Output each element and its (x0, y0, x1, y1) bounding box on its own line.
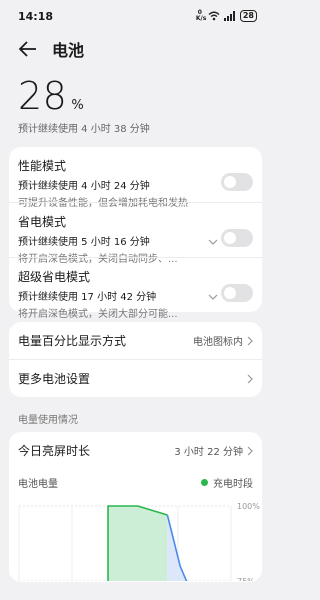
mode-description: 将开启深色模式，关闭大部分可能... (18, 309, 178, 320)
chart-legend: 充电时段 (201, 475, 253, 490)
mode-title: 超级省电模式 (18, 270, 91, 284)
battery-settings-card: 电量百分比显示方式 电池图标内 更多电池设置 (9, 322, 262, 397)
percentage-display-row[interactable]: 电量百分比显示方式 电池图标内 (9, 322, 262, 359)
chevron-right-icon (247, 446, 253, 455)
chevron-right-icon (247, 336, 253, 345)
row-label: 今日亮屏时长 (18, 444, 91, 458)
screen-time-row[interactable]: 今日亮屏时长 3 小时 22 分钟 (9, 432, 262, 469)
status-bar: 14:18 0 K/s 28 (0, 0, 271, 32)
back-button[interactable] (18, 39, 38, 59)
performance-mode-toggle[interactable] (221, 173, 253, 191)
super-power-saving-toggle[interactable] (221, 284, 253, 302)
power-saving-toggle[interactable] (221, 229, 253, 247)
page-title: 电池 (52, 41, 85, 60)
mode-title: 省电模式 (18, 215, 67, 229)
network-speed: 0 K/s (195, 9, 207, 22)
charging-area (108, 506, 168, 581)
mode-title: 性能模式 (18, 159, 67, 173)
chevron-down-icon[interactable] (208, 294, 218, 300)
y-tick-label: 100% (237, 502, 260, 511)
chevron-right-icon (247, 374, 253, 383)
y-tick-label: 75% (237, 577, 255, 581)
chevron-down-icon[interactable] (208, 239, 218, 245)
mode-estimate: 预计继续使用 4 小时 24 分钟 (18, 181, 150, 192)
chart-header: 电池电量 充电时段 (9, 475, 262, 490)
power-modes-card: 性能模式 预计继续使用 4 小时 24 分钟 可提升设备性能，但会增加耗电和发热… (9, 147, 262, 320)
usage-card: 今日亮屏时长 3 小时 22 分钟 电池电量 充电时段 100% 75% (9, 432, 262, 582)
battery-level: 28 % (0, 74, 271, 118)
mode-performance: 性能模式 预计继续使用 4 小时 24 分钟 可提升设备性能，但会增加耗电和发热 (9, 147, 262, 209)
status-icons: 0 K/s 28 (196, 10, 257, 22)
cellular-signal-icon (223, 11, 235, 21)
discharge-area (167, 515, 210, 581)
usage-section-label: 电量使用情况 (18, 415, 78, 426)
mode-super-power-saving: 超级省电模式 预计继续使用 17 小时 42 分钟 将开启深色模式，关闭大部分可… (9, 257, 262, 320)
legend-dot (201, 479, 208, 486)
back-arrow-icon (19, 41, 36, 57)
mode-power-saving: 省电模式 预计继续使用 5 小时 16 分钟 将开启深色模式，关闭自动同步、..… (9, 202, 262, 265)
chart-title: 电池电量 (18, 479, 58, 490)
status-battery-icon: 28 (239, 10, 257, 22)
page-header: 电池 (0, 32, 271, 66)
row-value: 3 小时 22 分钟 (174, 447, 243, 458)
battery-level-chart: 100% 75% (18, 502, 260, 581)
more-battery-settings-row[interactable]: 更多电池设置 (9, 359, 262, 397)
battery-percent-unit: % (71, 98, 84, 113)
wifi-icon (208, 11, 220, 21)
battery-percent: 28 (18, 74, 68, 118)
status-time: 14:18 (18, 9, 54, 23)
battery-estimate: 预计继续使用 4 小时 38 分钟 (18, 124, 150, 135)
row-label: 更多电池设置 (18, 372, 91, 386)
row-value: 电池图标内 (193, 337, 243, 348)
row-label: 电量百分比显示方式 (18, 334, 127, 348)
legend-label: 充电时段 (213, 479, 253, 490)
